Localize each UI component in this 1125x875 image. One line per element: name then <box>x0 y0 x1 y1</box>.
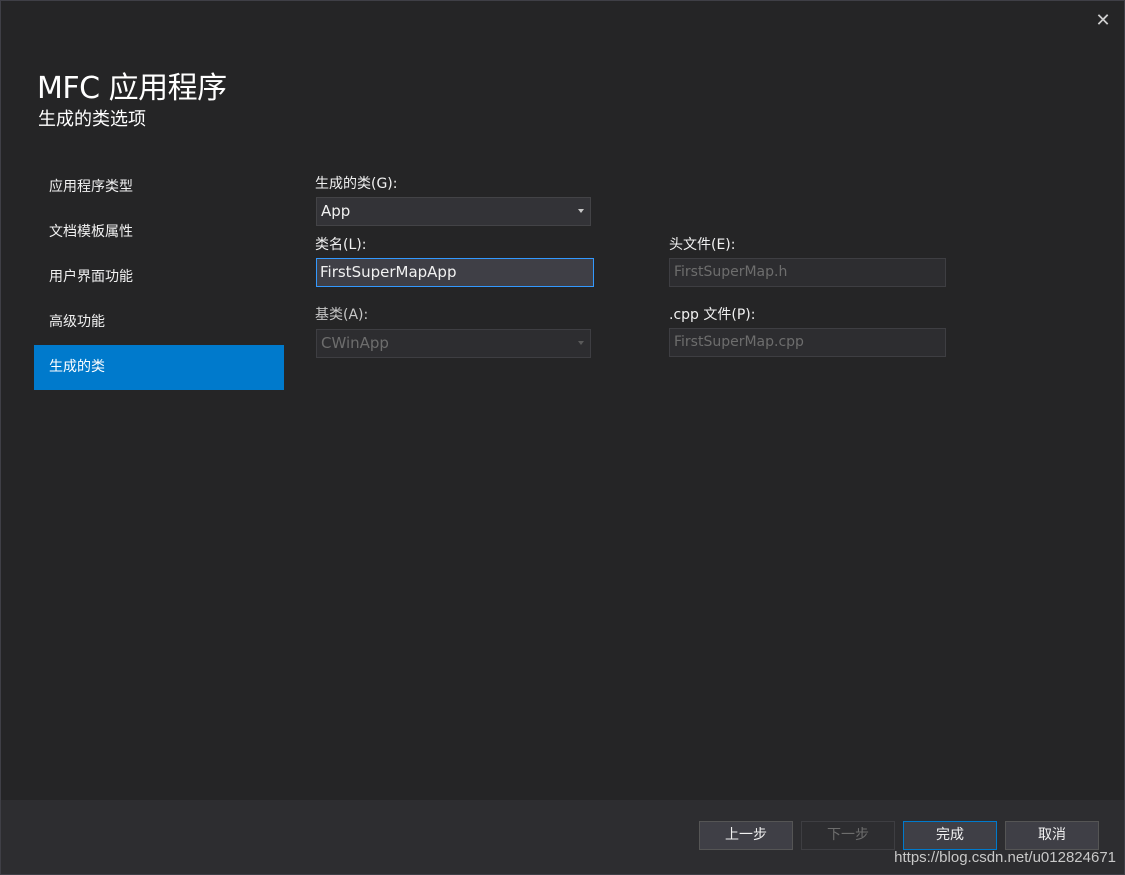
header-file-input: FirstSuperMap.h <box>669 258 946 287</box>
mfc-wizard-dialog: ✕ MFC 应用程序 生成的类选项 应用程序类型 文档模板属性 用户界面功能 高… <box>0 0 1125 875</box>
chevron-down-icon <box>578 209 584 213</box>
class-name-label: 类名(L): <box>315 237 367 253</box>
dialog-title: MFC 应用程序 <box>37 71 227 106</box>
dialog-footer: 上一步 下一步 完成 取消 https://blog.csdn.net/u012… <box>1 800 1124 874</box>
base-class-select: CWinApp <box>316 329 591 358</box>
close-icon[interactable]: ✕ <box>1094 11 1112 31</box>
base-class-label: 基类(A): <box>315 307 369 323</box>
header-file-value: FirstSuperMap.h <box>674 264 788 280</box>
cpp-file-input: FirstSuperMap.cpp <box>669 328 946 357</box>
nav-item-generated-classes[interactable]: 生成的类 <box>34 345 284 390</box>
previous-button[interactable]: 上一步 <box>699 821 793 850</box>
dialog-subtitle: 生成的类选项 <box>38 109 146 130</box>
nav-item-application-type[interactable]: 应用程序类型 <box>34 165 284 210</box>
nav-item-advanced-features[interactable]: 高级功能 <box>34 300 284 345</box>
finish-button[interactable]: 完成 <box>903 821 997 850</box>
class-name-input[interactable]: FirstSuperMapApp <box>316 258 594 287</box>
cancel-button[interactable]: 取消 <box>1005 821 1099 850</box>
header-file-label: 头文件(E): <box>669 237 736 253</box>
wizard-nav: 应用程序类型 文档模板属性 用户界面功能 高级功能 生成的类 <box>34 165 284 390</box>
generated-class-label: 生成的类(G): <box>315 176 398 192</box>
generated-class-select[interactable]: App <box>316 197 591 226</box>
generated-class-value: App <box>321 202 351 220</box>
nav-item-document-template[interactable]: 文档模板属性 <box>34 210 284 255</box>
cpp-file-label: .cpp 文件(P): <box>669 307 756 323</box>
base-class-value: CWinApp <box>321 334 389 352</box>
next-button[interactable]: 下一步 <box>801 821 895 850</box>
watermark-text: https://blog.csdn.net/u012824671 <box>894 849 1116 866</box>
chevron-down-icon <box>578 341 584 345</box>
nav-item-user-interface[interactable]: 用户界面功能 <box>34 255 284 300</box>
class-name-value: FirstSuperMapApp <box>320 263 457 281</box>
cpp-file-value: FirstSuperMap.cpp <box>674 334 804 350</box>
